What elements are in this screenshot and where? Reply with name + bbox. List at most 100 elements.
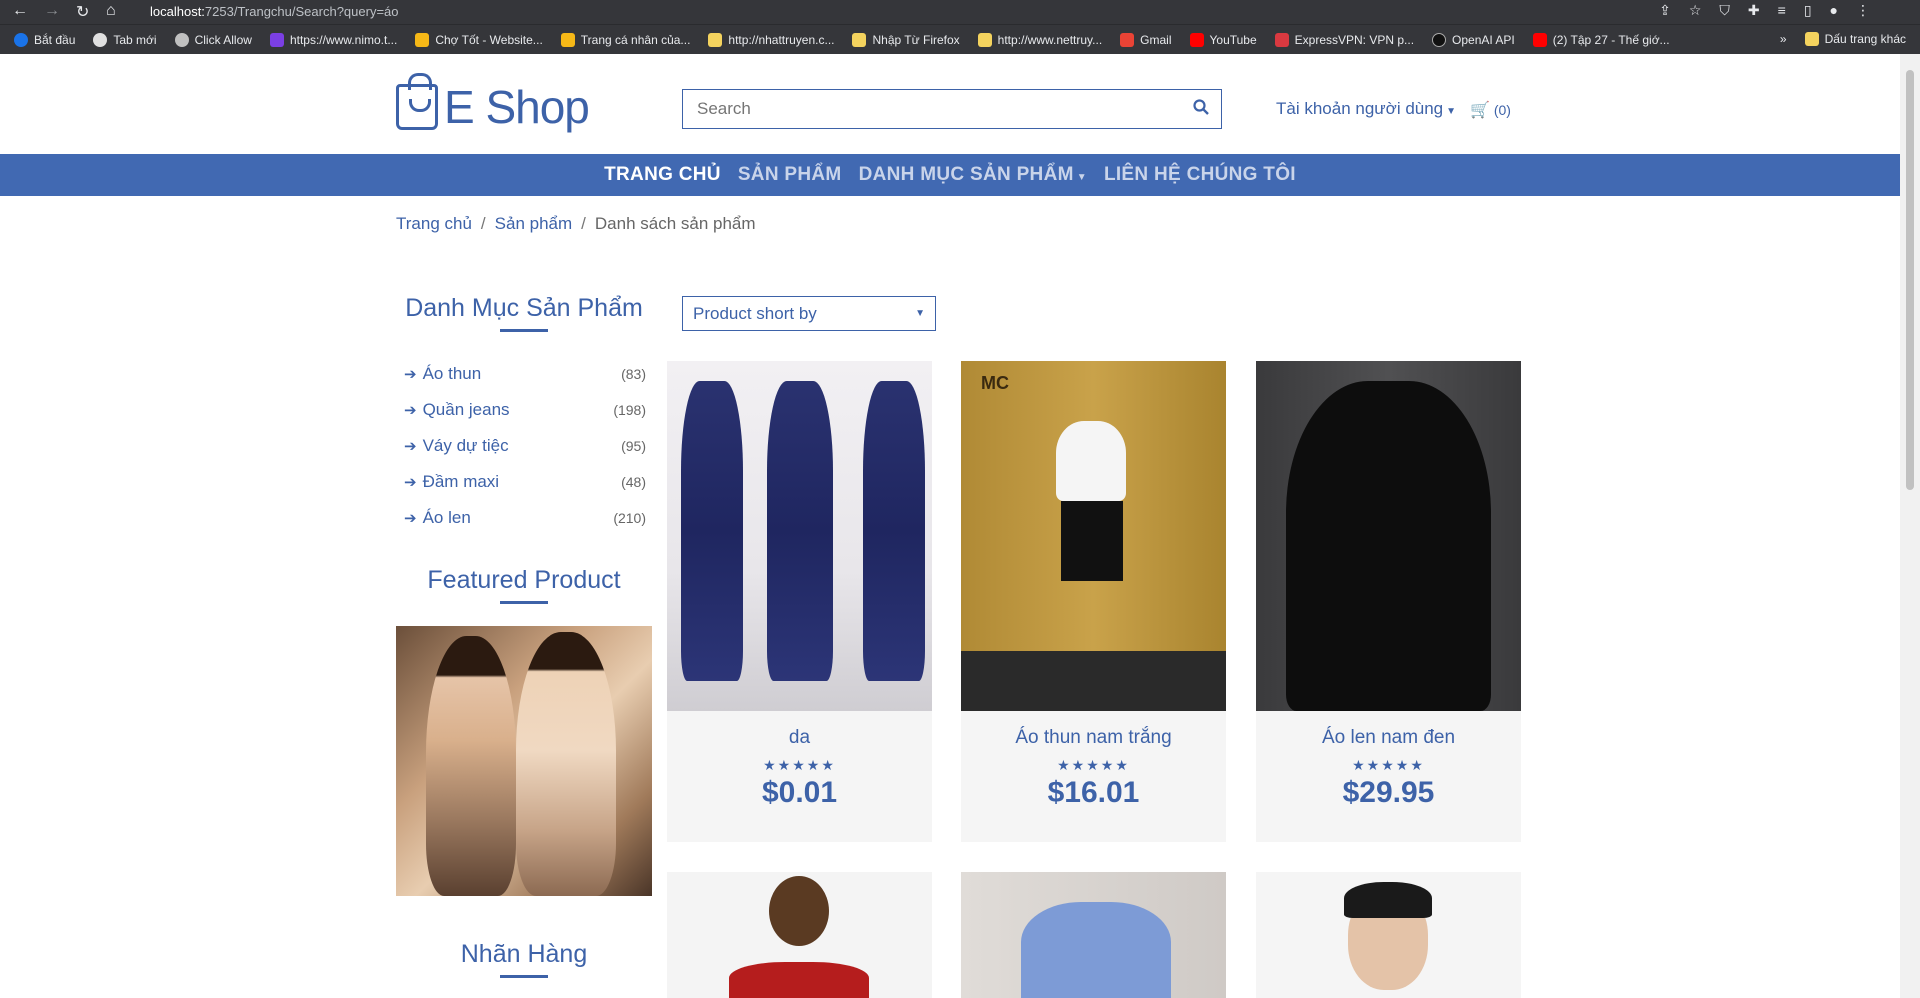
product-card[interactable]: Áo len nam đen ★★★★★ $29.95 — [1256, 361, 1521, 842]
nav-home[interactable]: TRANG CHỦ — [604, 164, 721, 186]
product-card[interactable]: MC Áo thun nam trắng ★★★★★ $16.01 — [961, 361, 1226, 842]
bookmark-item[interactable]: Tab mới — [93, 32, 157, 47]
product-card[interactable] — [1256, 872, 1521, 998]
bookmark-label: https://www.nimo.t... — [289, 32, 398, 47]
bookmark-item[interactable]: YouTube — [1189, 32, 1257, 47]
category-name: Đầm maxi — [422, 472, 500, 491]
forward-icon[interactable]: → — [44, 2, 60, 20]
media-icon[interactable]: ≡ — [1778, 2, 1786, 19]
category-item[interactable]: ➔ Váy dự tiệc (95) — [404, 428, 646, 464]
category-item[interactable]: ➔ Quần jeans (198) — [404, 392, 646, 428]
product-info: da ★★★★★ $0.01 — [667, 711, 932, 842]
url-path: 7253/Trangchu/Search?query=áo — [204, 4, 399, 19]
product-name[interactable]: Áo len nam đen — [1256, 727, 1521, 749]
category-count: (95) — [621, 438, 646, 454]
account-dropdown[interactable]: Tài khoản người dùng ▼ — [1276, 99, 1456, 119]
bookmark-item[interactable]: Gmail — [1120, 32, 1172, 47]
menu-icon[interactable]: ⋮ — [1856, 2, 1870, 19]
cart-count: (0) — [1493, 102, 1511, 118]
bookmark-item[interactable]: https://www.nimo.t... — [269, 32, 398, 47]
back-icon[interactable]: ← — [12, 2, 28, 20]
bookmark-label: http://nhattruyen.c... — [728, 32, 835, 47]
category-item[interactable]: ➔ Đầm maxi (48) — [404, 464, 646, 500]
bookmark-item[interactable]: ExpressVPN: VPN p... — [1274, 32, 1415, 47]
product-price: $16.01 — [1047, 776, 1140, 809]
bookmark-label: OpenAI API — [1452, 32, 1515, 47]
arrow-right-icon: ➔ — [404, 474, 417, 491]
sidepanel-icon[interactable]: ▯ — [1804, 2, 1812, 19]
profile-avatar[interactable]: ● — [1830, 2, 1838, 19]
category-item[interactable]: ➔ Áo thun (83) — [404, 356, 646, 392]
bookmark-label: Click Allow — [194, 32, 252, 47]
bookmark-label: Trang cá nhân của... — [580, 32, 691, 47]
product-image[interactable] — [667, 361, 932, 711]
breadcrumb-products[interactable]: Sản phẩm — [495, 214, 573, 234]
product-card[interactable]: da ★★★★★ $0.01 — [667, 361, 932, 842]
product-image-brand: MC — [981, 373, 1009, 393]
star-rating: ★★★★★ — [1057, 757, 1130, 773]
bookmark-item[interactable]: http://www.nettruy... — [977, 32, 1102, 47]
product-image[interactable] — [1256, 872, 1521, 998]
product-info: Áo thun nam trắng ★★★★★ $16.01 — [961, 711, 1226, 842]
bookmark-label: Gmail — [1140, 32, 1172, 47]
category-item[interactable]: ➔ Áo len (210) — [404, 500, 646, 536]
product-image[interactable] — [961, 872, 1226, 998]
other-bookmarks-label: Dấu trang khác — [1824, 32, 1906, 46]
bookmark-item[interactable]: Trang cá nhân của... — [560, 32, 691, 47]
product-image[interactable]: MC — [961, 361, 1226, 711]
nav-products[interactable]: SẢN PHẨM — [738, 164, 842, 186]
more-bookmarks-icon[interactable]: » — [1780, 32, 1787, 46]
arrow-right-icon: ➔ — [404, 366, 417, 383]
nav-categories[interactable]: DANH MỤC SẢN PHẨM ▼ — [859, 164, 1087, 186]
bookmark-item[interactable]: Chợ Tốt - Website... — [415, 32, 543, 47]
search-icon[interactable] — [1181, 98, 1221, 120]
featured-product-image[interactable] — [396, 626, 652, 896]
breadcrumb-separator: / — [480, 214, 486, 233]
caret-down-icon: ▼ — [1446, 106, 1457, 117]
bookmark-item[interactable]: (2) Tập 27 - Thế giớ... — [1532, 32, 1670, 47]
bookmark-item[interactable]: Bắt đầu — [14, 32, 75, 47]
reload-icon[interactable]: ↻ — [76, 2, 89, 22]
bookmark-item[interactable]: http://nhattruyen.c... — [708, 32, 835, 47]
breadcrumb: Trang chủ / Sản phẩm / Danh sách sản phẩ… — [396, 214, 756, 234]
bookmark-label: ExpressVPN: VPN p... — [1294, 32, 1415, 47]
product-image[interactable] — [1256, 361, 1521, 711]
main-nav: TRANG CHỦ SẢN PHẨM DANH MỤC SẢN PHẨM ▼ LI… — [0, 154, 1900, 196]
breadcrumb-current: Danh sách sản phẩm — [594, 214, 756, 233]
bookmark-star-icon[interactable]: ☆ — [1689, 2, 1702, 19]
product-name[interactable]: Áo thun nam trắng — [961, 727, 1226, 749]
nav-contact[interactable]: LIÊN HỆ CHÚNG TÔI — [1104, 164, 1296, 186]
search-input[interactable] — [683, 90, 1181, 128]
extensions-icon[interactable]: ✚ — [1748, 2, 1760, 19]
bookmark-item[interactable]: Nhập Từ Firefox — [852, 32, 960, 47]
brands-title: Nhãn Hàng — [396, 940, 652, 978]
address-bar[interactable]: localhost:7253/Trangchu/Search?query=áo — [150, 4, 399, 19]
scrollbar-thumb[interactable] — [1906, 70, 1914, 490]
other-bookmarks-folder[interactable]: Dấu trang khác — [1804, 32, 1906, 46]
bookmark-label: Tab mới — [113, 32, 157, 47]
site-header: E Shop Tài khoản người dùng▼ 🛒 (0) — [0, 54, 1900, 154]
bookmark-label: (2) Tập 27 - Thế giớ... — [1552, 32, 1670, 47]
product-image[interactable] — [667, 872, 932, 998]
breadcrumb-home[interactable]: Trang chủ — [396, 214, 472, 234]
bookmarks-bar: Bắt đầu Tab mới Click Allow https://www.… — [0, 24, 1920, 54]
caret-down-icon: ▼ — [1076, 172, 1087, 183]
cart-link[interactable]: 🛒 (0) — [1470, 100, 1511, 120]
product-name[interactable]: da — [667, 727, 932, 749]
star-rating: ★★★★★ — [763, 757, 836, 773]
bookmark-item[interactable]: Click Allow — [174, 32, 252, 47]
logo-text: E Shop — [444, 81, 590, 133]
product-card[interactable] — [961, 872, 1226, 998]
product-card[interactable] — [667, 872, 932, 998]
star-rating: ★★★★★ — [1352, 757, 1425, 773]
search-box — [682, 89, 1222, 129]
folder-icon — [1804, 32, 1819, 46]
share-icon[interactable]: ⇪ — [1659, 2, 1671, 19]
sort-select[interactable]: Product short by ▼ — [682, 296, 936, 331]
shield-icon[interactable]: ⛉ — [1719, 2, 1730, 19]
logo[interactable]: E Shop — [396, 73, 590, 134]
bookmark-item[interactable]: OpenAI API — [1432, 32, 1515, 47]
home-icon[interactable]: ⌂ — [106, 2, 116, 20]
scrollbar[interactable] — [1900, 54, 1920, 998]
shopping-bag-icon — [396, 73, 438, 130]
